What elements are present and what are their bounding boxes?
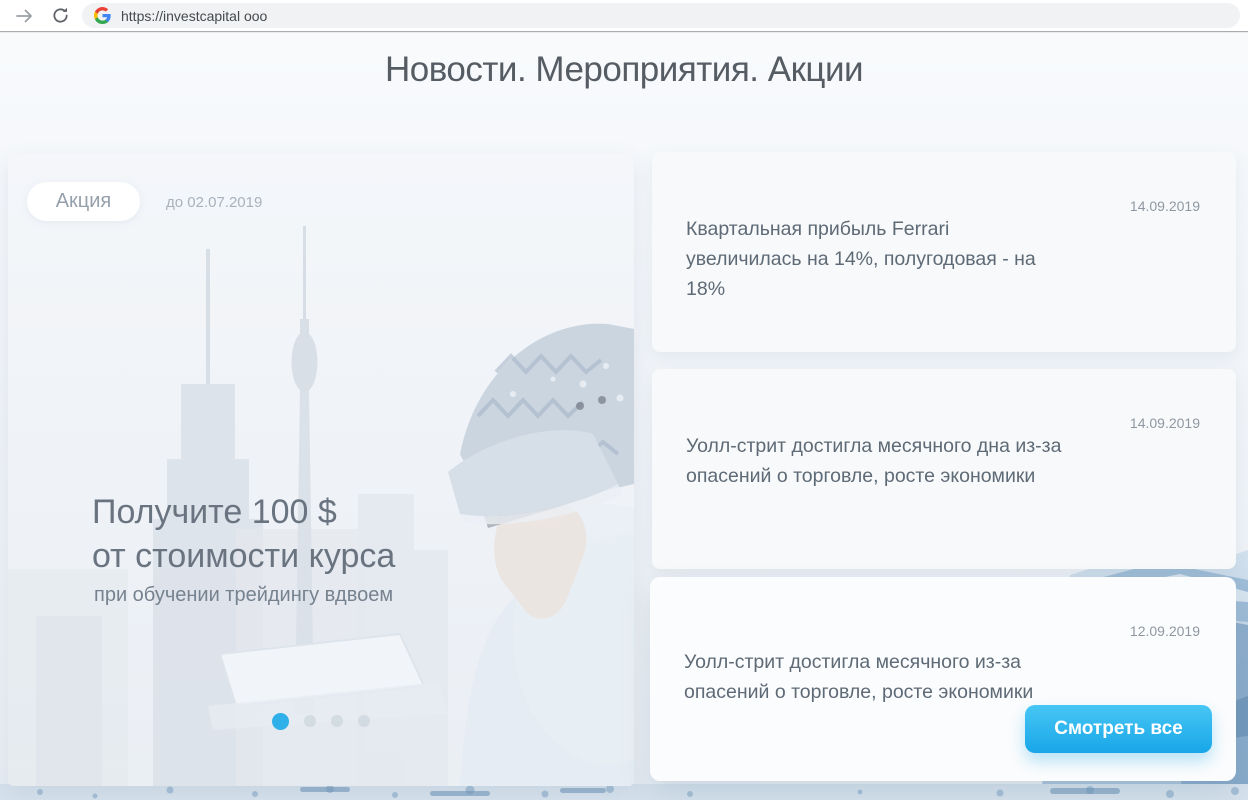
google-favicon-icon — [94, 7, 111, 24]
page-title: Новости. Мероприятия. Акции — [384, 50, 864, 89]
url-text: https://investcapital ooo — [121, 7, 268, 24]
browser-toolbar: https://investcapital ooo — [0, 0, 1248, 32]
forward-arrow-icon — [16, 9, 32, 22]
view-all-button[interactable]: Смотреть все — [1025, 705, 1212, 753]
reload-button[interactable] — [48, 4, 72, 28]
carousel-dots — [8, 712, 634, 730]
promo-photo-city-person — [8, 154, 634, 786]
forward-button[interactable] — [12, 4, 36, 28]
promo-subtitle: при обучении трейдингу вдвоем — [94, 584, 394, 606]
news-title: Квартальная прибыль Ferrari увеличилась … — [686, 218, 1036, 300]
promo-deadline: до 02.07.2019 — [166, 194, 263, 211]
address-bar[interactable]: https://investcapital ooo — [82, 3, 1240, 28]
news-date: 14.09.2019 — [1129, 415, 1200, 431]
reload-icon — [52, 7, 68, 23]
carousel-dot[interactable] — [331, 715, 343, 727]
promo-badge: Акция — [27, 182, 140, 221]
page-content: Новости. Мероприятия. Акции Акция до 02.… — [0, 32, 1248, 800]
promo-headline: Получите 100 $ от стоимости курса — [92, 490, 395, 578]
news-card[interactable]: 12.09.2019 Уолл-стрит достигла месячного… — [650, 577, 1236, 781]
carousel-dot[interactable] — [358, 715, 370, 727]
carousel-dot[interactable] — [272, 712, 289, 730]
promo-headline-line1: Получите 100 $ — [92, 493, 337, 531]
news-card[interactable]: 14.09.2019 Квартальная прибыль Ferrari у… — [652, 152, 1236, 352]
news-date: 14.09.2019 — [1129, 198, 1200, 214]
news-title: Уолл-стрит достигла месячного дна из-за … — [686, 435, 1062, 487]
promo-badge-label: Акция — [55, 190, 112, 212]
news-title: Уолл-стрит достигла месячного из-за опас… — [684, 651, 1034, 703]
news-card[interactable]: 14.09.2019 Уолл-стрит достигла месячного… — [652, 369, 1236, 569]
news-date: 12.09.2019 — [1129, 623, 1200, 639]
promo-headline-line2: от стоимости курса — [92, 537, 396, 575]
carousel-dot[interactable] — [304, 715, 316, 727]
promo-carousel-slide[interactable]: Акция до 02.07.2019 Получите 100 $ от ст… — [8, 154, 634, 786]
